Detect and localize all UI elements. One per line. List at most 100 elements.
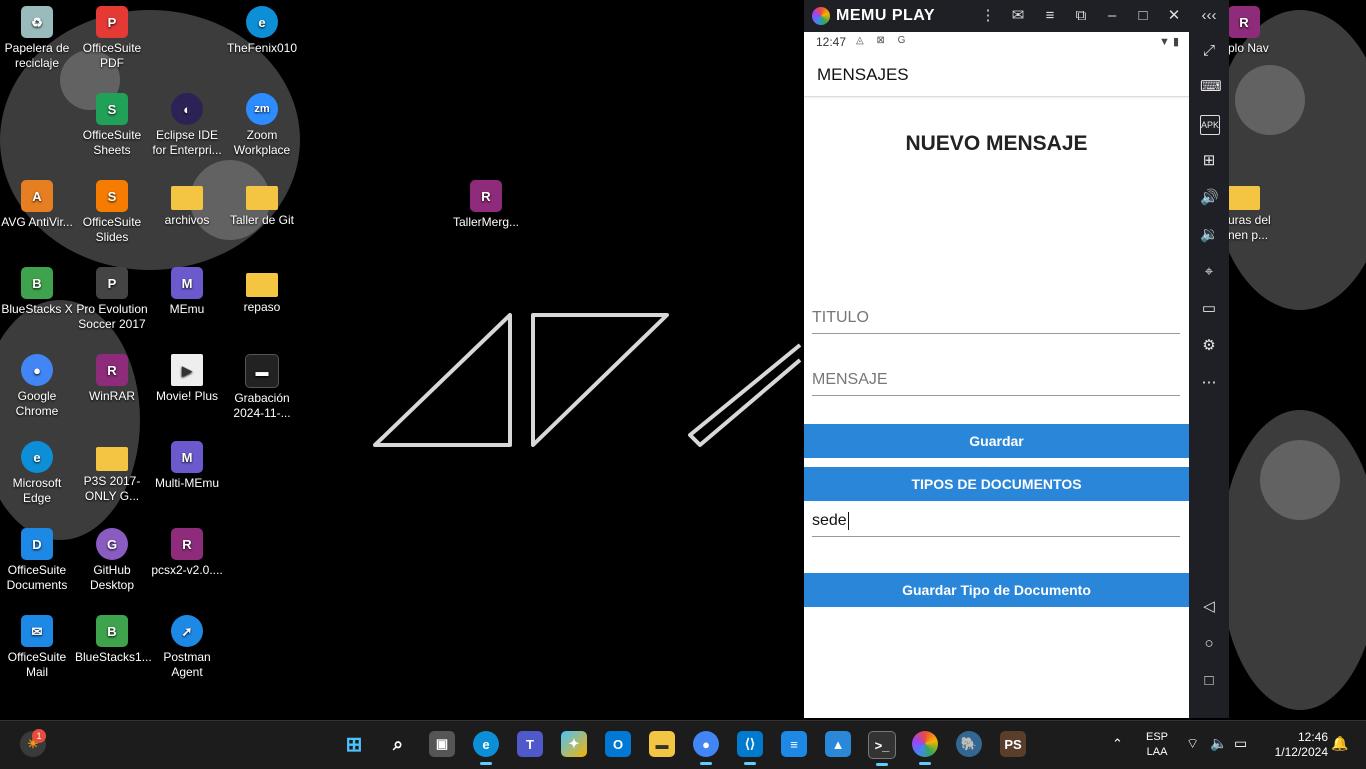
recents-nav-icon[interactable]: □ bbox=[1200, 672, 1218, 690]
terminal-icon[interactable]: >_ bbox=[868, 731, 896, 766]
more-menu-icon[interactable]: ⋮ bbox=[977, 6, 999, 26]
fullscreen-icon[interactable]: ⤢ bbox=[1200, 42, 1218, 60]
home-nav-icon[interactable]: ○ bbox=[1200, 635, 1218, 653]
windows-taskbar: ☀ 1 ⊞ ⌕ ▣ e T ✦ O ▬ ● ⟨⟩ ≡ ▲ >_ 🐘 PS ⌃ E… bbox=[0, 720, 1366, 769]
location-icon[interactable]: ⌖ bbox=[1200, 263, 1218, 281]
p3s-2017-folder-icon[interactable]: P3S 2017-ONLY G... bbox=[75, 441, 149, 504]
back-nav-icon[interactable]: ◁ bbox=[1200, 598, 1218, 616]
collapse-sidebar-icon[interactable]: ‹‹‹ bbox=[1198, 6, 1220, 26]
windows-start-icon[interactable]: ⊞ bbox=[341, 731, 367, 757]
clock[interactable]: 12:46 1/12/2024 bbox=[1262, 730, 1328, 760]
eclipse-ide-icon[interactable]: ◐ Eclipse IDE for Enterpri... bbox=[150, 93, 224, 158]
officesuite-taskbar-icon[interactable]: ≡ bbox=[781, 731, 807, 757]
notifications-bell-icon[interactable]: 🔔 bbox=[1331, 735, 1348, 752]
copilot-icon[interactable]: ✦ bbox=[561, 731, 587, 757]
movie-plus-icon[interactable]: ▶ Movie! Plus bbox=[150, 354, 224, 404]
officesuite-pdf-icon[interactable]: P OfficeSuite PDF bbox=[75, 6, 149, 71]
teams-icon[interactable]: T bbox=[517, 731, 543, 757]
memu-sidebar: ⤢ ⌨ APK ⊞ 🔊 🔉 ⌖ ▭ ⚙ ⋯ ◁ ○ □ bbox=[1189, 32, 1229, 718]
guardar-label: Guardar bbox=[969, 433, 1024, 449]
winrar-right-icon[interactable]: Rplo Nav bbox=[1228, 6, 1278, 56]
multi-memu-icon[interactable]: M Multi-MEmu bbox=[150, 441, 224, 491]
recycle-bin-icon[interactable]: ♻ Papelera de reciclaje bbox=[0, 6, 74, 71]
github-desktop-label: GitHub Desktop bbox=[89, 563, 135, 592]
wifi-icon[interactable]: ⌔ bbox=[1186, 735, 1199, 753]
battery-icon[interactable]: ▭ bbox=[1234, 735, 1247, 752]
close-icon[interactable]: ✕ bbox=[1163, 6, 1185, 26]
maximize-icon[interactable]: □ bbox=[1132, 6, 1154, 26]
google-chrome-icon[interactable]: ● Google Chrome bbox=[0, 354, 74, 419]
zoom-workplace-icon[interactable]: zm Zoom Workplace bbox=[225, 93, 299, 158]
postgresql-icon[interactable]: 🐘 bbox=[956, 731, 982, 757]
apk-icon[interactable]: APK bbox=[1200, 115, 1220, 135]
postman-agent-label: Postman Agent bbox=[163, 650, 211, 679]
github-desktop-icon[interactable]: G GitHub Desktop bbox=[75, 528, 149, 593]
tipos-documentos-label: TIPOS DE DOCUMENTOS bbox=[911, 476, 1082, 492]
postman-agent-icon[interactable]: ➚ Postman Agent bbox=[150, 615, 224, 680]
outlook-icon[interactable]: O bbox=[605, 731, 631, 757]
winrar-icon[interactable]: R WinRAR bbox=[75, 354, 149, 404]
language-indicator[interactable]: ESP LAA bbox=[1146, 730, 1168, 760]
task-view-icon[interactable]: ▣ bbox=[429, 731, 455, 757]
avg-antivirus-icon[interactable]: A AVG AntiVir... bbox=[0, 180, 74, 230]
tipos-documentos-button[interactable]: TIPOS DE DOCUMENTOS bbox=[804, 467, 1189, 501]
keyboard-icon[interactable]: ⌨ bbox=[1200, 78, 1222, 96]
officesuite-mail-icon[interactable]: ✉ OfficeSuite Mail bbox=[0, 615, 74, 680]
memu-title-bar[interactable]: MEMU PLAY ⋮ ✉ ≡ ⧉ – □ ✕ ‹‹‹ bbox=[804, 0, 1229, 32]
volume-down-icon[interactable]: 🔉 bbox=[1200, 226, 1219, 244]
officesuite-sheets-icon[interactable]: S OfficeSuite Sheets bbox=[75, 93, 149, 158]
memu-icon[interactable]: M MEmu bbox=[150, 267, 224, 317]
folder-right-icon[interactable]: uras del nen p... bbox=[1228, 180, 1278, 243]
officesuite-slides-icon[interactable]: S OfficeSuite Slides bbox=[75, 180, 149, 245]
guardar-tipo-documento-label: Guardar Tipo de Documento bbox=[902, 582, 1091, 598]
settings-gear-icon[interactable]: ⚙ bbox=[1200, 337, 1218, 355]
mensaje-input[interactable]: MENSAJE bbox=[812, 365, 1180, 396]
thefenix010-icon[interactable]: e TheFenix010 bbox=[225, 6, 299, 56]
archivos-label: archivos bbox=[164, 213, 210, 227]
google-chrome-label: Google Chrome bbox=[15, 389, 59, 418]
memu-taskbar-icon[interactable] bbox=[912, 731, 938, 765]
hamburger-menu-icon[interactable]: ≡ bbox=[1039, 6, 1061, 26]
movie-plus-label: Movie! Plus bbox=[155, 389, 219, 403]
photos-icon[interactable]: ▲ bbox=[825, 731, 851, 757]
pcsx2-icon[interactable]: Rpcsx2-v2.0.... bbox=[150, 528, 224, 578]
repaso-folder-icon[interactable]: repaso bbox=[225, 267, 299, 315]
guardar-tipo-documento-button[interactable]: Guardar Tipo de Documento bbox=[804, 573, 1189, 607]
multi-instance-icon[interactable]: ⊞ bbox=[1200, 152, 1218, 170]
search-icon[interactable]: ⌕ bbox=[385, 731, 411, 757]
pcsx2-taskbar-icon[interactable]: PS bbox=[1000, 731, 1026, 757]
pcsx2-label: pcsx2-v2.0.... bbox=[151, 563, 223, 577]
volume-icon[interactable]: 🔈 bbox=[1210, 735, 1227, 752]
edge-taskbar-icon[interactable]: e bbox=[473, 731, 499, 765]
titulo-input[interactable]: TITULO bbox=[812, 303, 1180, 334]
bluestacks-x-icon[interactable]: B BlueStacks X bbox=[0, 267, 74, 317]
officesuite-sheets-label: OfficeSuite Sheets bbox=[82, 128, 142, 157]
guardar-button[interactable]: Guardar bbox=[804, 424, 1189, 458]
taller-merge-icon[interactable]: R TallerMerg... bbox=[449, 180, 523, 230]
file-explorer-icon[interactable]: ▬ bbox=[649, 731, 675, 757]
officesuite-slides-label: OfficeSuite Slides bbox=[82, 215, 142, 244]
bluestacks1-icon[interactable]: B BlueStacks1... bbox=[75, 615, 152, 665]
minimize-icon[interactable]: – bbox=[1101, 6, 1123, 26]
microsoft-edge-icon[interactable]: e Microsoft Edge bbox=[0, 441, 74, 506]
taller-de-git-folder-icon[interactable]: Taller de Git bbox=[225, 180, 299, 228]
page-title: NUEVO MENSAJE bbox=[905, 132, 1088, 155]
mail-icon[interactable]: ✉ bbox=[1007, 6, 1029, 26]
screenshot-icon[interactable]: ⧉ bbox=[1070, 6, 1092, 26]
vscode-icon[interactable]: ⟨⟩ bbox=[737, 731, 763, 765]
memu-brand: MEMU PLAY bbox=[836, 7, 936, 24]
officesuite-mail-label: OfficeSuite Mail bbox=[7, 650, 67, 679]
pes-2017-icon[interactable]: P Pro Evolution Soccer 2017 bbox=[75, 267, 149, 332]
grabacion-icon[interactable]: ▬ Grabación 2024-11-... bbox=[225, 354, 299, 421]
show-hidden-icons-icon[interactable]: ⌃ bbox=[1112, 736, 1123, 752]
archivos-folder-icon[interactable]: archivos bbox=[150, 180, 224, 228]
folder-icon[interactable]: ▭ bbox=[1200, 300, 1218, 318]
chrome-taskbar-icon[interactable]: ● bbox=[693, 731, 719, 765]
more-options-icon[interactable]: ⋯ bbox=[1200, 374, 1218, 392]
app-bar: MENSAJES bbox=[804, 52, 1189, 97]
tipo-documento-input[interactable]: sede bbox=[812, 506, 1180, 537]
language-code: ESP bbox=[1146, 731, 1169, 743]
volume-up-icon[interactable]: 🔊 bbox=[1200, 189, 1219, 207]
officesuite-documents-icon[interactable]: D OfficeSuite Documents bbox=[0, 528, 74, 593]
thefenix010-label: TheFenix010 bbox=[226, 41, 298, 55]
